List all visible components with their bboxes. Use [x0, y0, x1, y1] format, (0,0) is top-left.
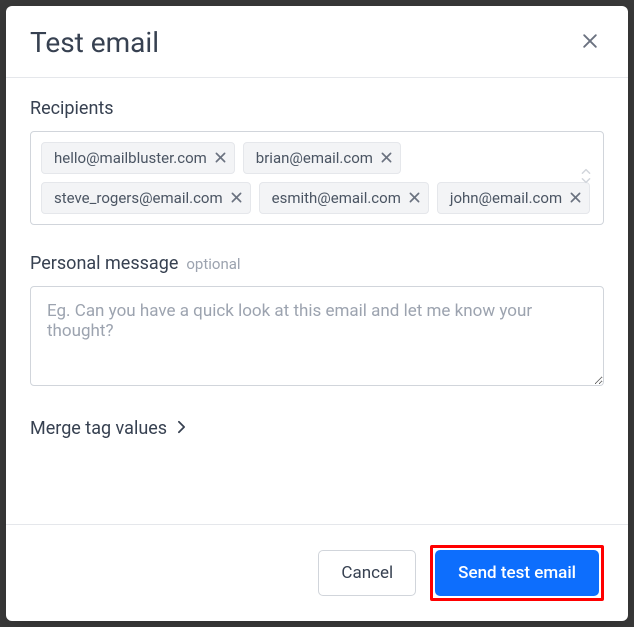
chevron-up-down-icon — [579, 166, 593, 190]
test-email-modal: Test email Recipients hello@mailbluster.… — [6, 6, 628, 621]
x-icon — [231, 191, 242, 206]
recipient-chip-label: steve_rogers@email.com — [54, 189, 223, 207]
modal-footer: Cancel Send test email — [6, 524, 628, 621]
recipients-label: Recipients — [30, 98, 604, 119]
recipient-chip: brian@email.com — [243, 142, 401, 174]
x-icon — [409, 191, 420, 206]
merge-tag-values-toggle[interactable]: Merge tag values — [30, 414, 604, 443]
optional-tag: optional — [186, 255, 240, 273]
recipient-chip-label: hello@mailbluster.com — [54, 149, 207, 167]
remove-recipient-button[interactable] — [215, 151, 226, 166]
recipient-chip: john@email.com — [437, 182, 590, 214]
recipient-chip-label: esmith@email.com — [272, 189, 401, 207]
remove-recipient-button[interactable] — [409, 191, 420, 206]
chevron-right-icon — [177, 418, 186, 439]
close-icon — [580, 31, 600, 54]
x-icon — [215, 151, 226, 166]
cancel-button[interactable]: Cancel — [318, 550, 416, 596]
recipient-chip: steve_rogers@email.com — [41, 182, 251, 214]
modal-body: Recipients hello@mailbluster.com brian@em… — [6, 78, 628, 524]
x-icon — [381, 151, 392, 166]
modal-title: Test email — [30, 26, 159, 59]
remove-recipient-button[interactable] — [231, 191, 242, 206]
personal-message-label-text: Personal message — [30, 253, 178, 274]
remove-recipient-button[interactable] — [570, 191, 581, 206]
recipient-chip-label: john@email.com — [450, 189, 562, 207]
send-test-email-button[interactable]: Send test email — [435, 550, 599, 596]
sort-toggle[interactable] — [579, 166, 593, 190]
merge-tag-label: Merge tag values — [30, 418, 167, 439]
modal-header: Test email — [6, 6, 628, 78]
x-icon — [570, 191, 581, 206]
personal-message-textarea[interactable] — [30, 286, 604, 386]
personal-message-label: Personal message optional — [30, 253, 604, 274]
recipient-chip-label: brian@email.com — [256, 149, 373, 167]
close-button[interactable] — [576, 27, 604, 58]
remove-recipient-button[interactable] — [381, 151, 392, 166]
recipient-chip: hello@mailbluster.com — [41, 142, 235, 174]
recipient-chip: esmith@email.com — [259, 182, 429, 214]
recipients-input[interactable]: hello@mailbluster.com brian@email.com stev… — [30, 131, 604, 225]
highlight-annotation: Send test email — [430, 545, 604, 601]
